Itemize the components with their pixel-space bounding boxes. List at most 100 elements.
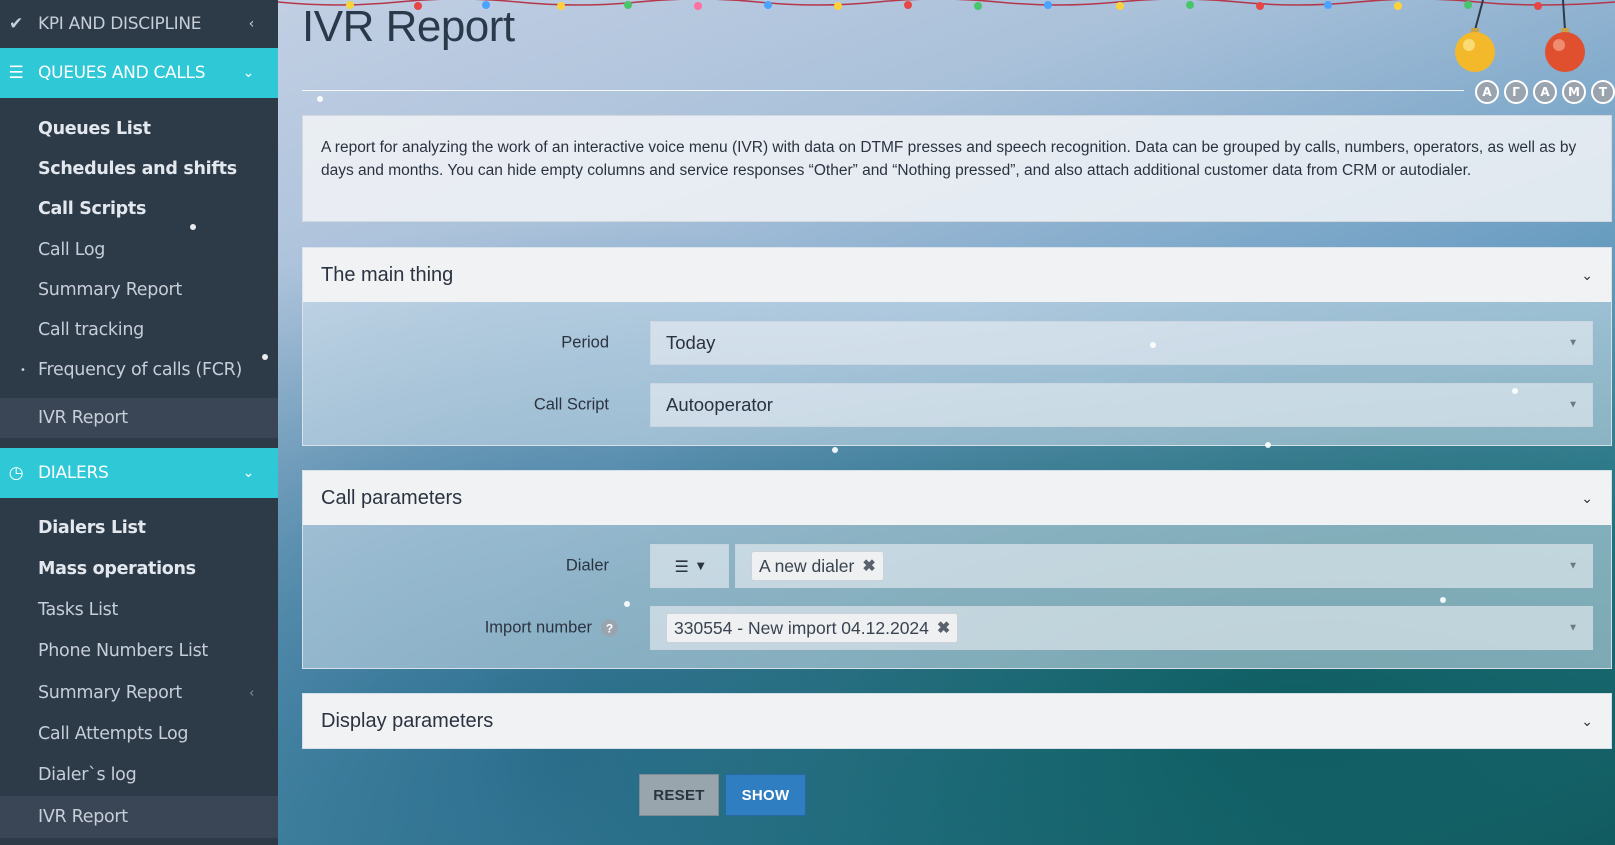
import-number-label-text: Import number xyxy=(484,618,592,637)
panel-main: The main thing ⌄ Period Today ▼ Call Scr… xyxy=(302,247,1612,446)
sidebar-item-call-attempts-log[interactable]: Call Attempts Log xyxy=(0,714,278,754)
call-script-row: Call Script Autooperator ▼ xyxy=(303,383,1611,427)
sidebar-section-dialers-label: DIALERS xyxy=(38,463,109,483)
dialer-row: Dialer ☰ ▼ A new dialer ✖ ▼ xyxy=(303,544,1611,588)
panel-call-parameters: Call parameters ⌄ Dialer ☰ ▼ A new diale… xyxy=(302,470,1612,669)
import-number-select[interactable]: 330554 - New import 04.12.2024 ✖ ▼ xyxy=(650,606,1593,650)
sidebar-item-label: Dialer`s log xyxy=(38,765,137,785)
sidebar-item-dialers-list[interactable]: Dialers List xyxy=(0,508,278,548)
sidebar-item-dialer-ivr-report[interactable]: IVR Report xyxy=(0,796,278,838)
chevron-down-icon: ⌄ xyxy=(1581,266,1593,283)
period-label: Period xyxy=(561,333,609,352)
avatar[interactable]: Т xyxy=(1591,80,1615,104)
avatar[interactable]: Г xyxy=(1504,80,1528,104)
sidebar-item-label: Phone Numbers List xyxy=(38,641,208,661)
snowflake-decoration xyxy=(1265,442,1271,448)
list-icon: ☰ xyxy=(674,556,689,576)
snowflake-decoration xyxy=(262,354,268,360)
page-title: IVR Report xyxy=(302,2,515,51)
reset-button[interactable]: RESET xyxy=(639,774,719,816)
dialer-label: Dialer xyxy=(565,556,609,575)
sidebar-item-dialers-log[interactable]: Dialer`s log xyxy=(0,755,278,795)
sidebar-item-label: Call Scripts xyxy=(38,199,147,219)
sidebar-item-queues-list[interactable]: Queues List xyxy=(0,109,278,149)
panel-call-parameters-header[interactable]: Call parameters ⌄ xyxy=(303,471,1611,525)
sidebar-item-label: Call tracking xyxy=(38,320,144,340)
show-button[interactable]: SHOW xyxy=(725,774,806,816)
dialer-select[interactable]: A new dialer ✖ ▼ xyxy=(735,544,1593,588)
ornament-red-icon xyxy=(1545,0,1585,72)
caret-down-icon: ▼ xyxy=(1568,622,1578,634)
snowflake-decoration xyxy=(624,601,630,607)
remove-tag-icon[interactable]: ✖ xyxy=(862,556,875,576)
sidebar-item-dialer-summary-report[interactable]: Summary Report ‹ xyxy=(0,673,278,713)
sidebar-section-kpi[interactable]: ✔ KPI AND DISCIPLINE ‹ xyxy=(0,0,278,48)
clock-icon: ◷ xyxy=(8,463,24,483)
avatar[interactable]: М xyxy=(1562,80,1586,104)
snowflake-decoration xyxy=(832,447,838,453)
sidebar-item-mass-operations[interactable]: Mass operations xyxy=(0,549,278,589)
panel-main-header[interactable]: The main thing ⌄ xyxy=(303,248,1611,302)
sidebar-item-ivr-report[interactable]: IVR Report xyxy=(0,398,278,438)
sidebar-item-label: Tasks List xyxy=(38,600,119,620)
sidebar-item-label: Summary Report xyxy=(38,280,182,300)
call-script-value: Autooperator xyxy=(666,394,773,415)
sidebar-item-label: Call Log xyxy=(38,240,106,260)
sidebar-item-schedules[interactable]: Schedules and shifts xyxy=(0,149,278,189)
avatar[interactable]: А xyxy=(1475,80,1499,104)
sidebar-item-call-tracking[interactable]: Call tracking xyxy=(0,310,278,350)
title-divider xyxy=(302,90,1464,91)
panel-title: Call parameters xyxy=(321,486,463,509)
chevron-down-icon: ⌄ xyxy=(242,65,255,81)
sidebar-item-label: Queues List xyxy=(38,119,151,139)
sidebar-item-label: Summary Report xyxy=(38,683,182,703)
help-icon[interactable]: ? xyxy=(601,619,618,637)
call-script-label: Call Script xyxy=(533,395,609,414)
sidebar-section-queues-label: QUEUES AND CALLS xyxy=(38,63,206,83)
dialer-mode-button[interactable]: ☰ ▼ xyxy=(650,544,729,588)
snowflake-decoration xyxy=(190,224,196,230)
chevron-down-icon: ⌄ xyxy=(1581,712,1593,729)
sidebar-item-fcr[interactable]: • Frequency of calls (FCR) xyxy=(0,350,278,390)
panel-title: The main thing xyxy=(321,263,454,286)
sidebar-item-label: IVR Report xyxy=(38,807,128,827)
snowflake-decoration xyxy=(1440,597,1446,603)
panel-display-parameters-header[interactable]: Display parameters ⌄ xyxy=(303,694,1611,748)
caret-down-icon: ▼ xyxy=(1568,399,1578,411)
bullet-icon: • xyxy=(20,364,26,376)
chevron-down-icon: ⌄ xyxy=(242,465,255,481)
avatar[interactable]: А xyxy=(1533,80,1557,104)
sidebar-section-kpi-label: KPI AND DISCIPLINE xyxy=(38,14,202,34)
snowflake-decoration xyxy=(1512,388,1518,394)
period-value: Today xyxy=(666,332,716,353)
sidebar-item-phone-numbers[interactable]: Phone Numbers List xyxy=(0,631,278,671)
remove-tag-icon[interactable]: ✖ xyxy=(937,618,950,638)
sidebar-item-label: Dialers List xyxy=(38,518,146,538)
sidebar-section-dialers[interactable]: ◷ DIALERS ⌄ xyxy=(0,448,278,498)
ornament-yellow-icon xyxy=(1455,0,1495,72)
call-script-select[interactable]: Autooperator ▼ xyxy=(650,383,1593,427)
sidebar: ✔ KPI AND DISCIPLINE ‹ ☰ QUEUES AND CALL… xyxy=(0,0,278,845)
caret-down-icon: ▼ xyxy=(1568,337,1578,349)
list-icon: ☰ xyxy=(8,63,24,83)
period-select[interactable]: Today ▼ xyxy=(650,321,1593,365)
chevron-down-icon: ⌄ xyxy=(1581,489,1593,506)
caret-down-icon: ▼ xyxy=(696,560,705,572)
caret-down-icon: ▼ xyxy=(1568,560,1578,572)
sidebar-item-tasks-list[interactable]: Tasks List xyxy=(0,590,278,630)
tag-label: A new dialer xyxy=(759,555,855,576)
chevron-left-icon: ‹ xyxy=(248,16,255,32)
sidebar-item-label: IVR Report xyxy=(38,408,128,428)
sidebar-item-call-log[interactable]: Call Log xyxy=(0,230,278,270)
sidebar-section-queues[interactable]: ☰ QUEUES AND CALLS ⌄ xyxy=(0,48,278,98)
sidebar-item-label: Mass operations xyxy=(38,559,196,579)
sidebar-item-label: Schedules and shifts xyxy=(38,159,237,179)
import-number-label: Import number? xyxy=(485,619,618,638)
check-icon: ✔ xyxy=(9,14,23,34)
period-row: Period Today ▼ xyxy=(303,321,1611,365)
sidebar-item-summary-report[interactable]: Summary Report xyxy=(0,270,278,310)
snowflake-decoration xyxy=(317,96,323,102)
panel-title: Display parameters xyxy=(321,709,494,732)
tag-label: 330554 - New import 04.12.2024 xyxy=(674,617,929,638)
sidebar-item-call-scripts[interactable]: Call Scripts xyxy=(0,189,278,229)
